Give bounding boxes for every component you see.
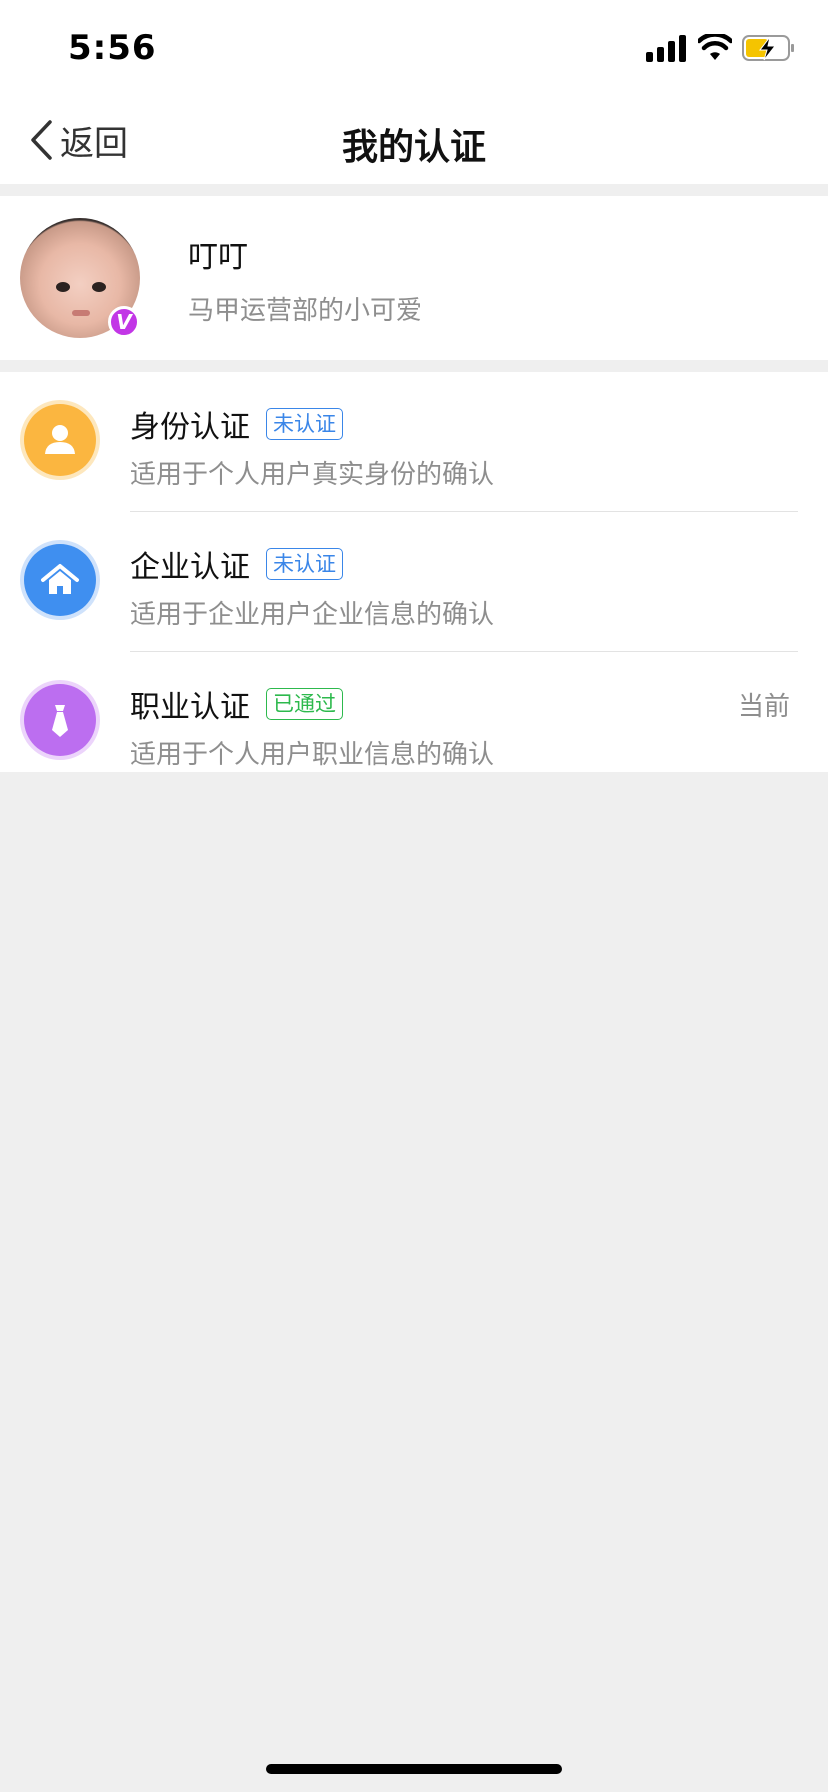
battery-charging-icon xyxy=(742,35,794,61)
cert-item-identity[interactable]: 身份认证 未认证 适用于个人用户真实身份的确认 xyxy=(0,372,828,512)
verified-badge-icon: V xyxy=(108,306,140,338)
cert-item-enterprise[interactable]: 企业认证 未认证 适用于企业用户企业信息的确认 xyxy=(0,512,828,652)
status-badge: 未认证 xyxy=(266,548,343,580)
profile-name: 叮叮 xyxy=(188,240,248,275)
current-label: 当前 xyxy=(737,692,790,722)
cert-description: 适用于个人用户真实身份的确认 xyxy=(130,460,495,490)
tie-icon xyxy=(24,684,96,756)
wifi-icon xyxy=(698,34,732,60)
status-icons xyxy=(646,34,796,64)
cert-description: 适用于个人用户职业信息的确认 xyxy=(130,740,495,770)
cert-item-professional[interactable]: 职业认证 已通过 适用于个人用户职业信息的确认 当前 xyxy=(0,652,828,792)
cert-description: 适用于企业用户企业信息的确认 xyxy=(130,600,495,630)
status-time: 5:56 xyxy=(68,28,157,68)
signal-icon xyxy=(646,35,686,62)
status-badge: 未认证 xyxy=(266,408,343,440)
status-badge: 已通过 xyxy=(266,688,343,720)
nav-bar: 返回 我的认证 xyxy=(0,96,828,184)
home-icon xyxy=(24,544,96,616)
cert-title: 身份认证 xyxy=(130,410,250,445)
status-bar: 5:56 xyxy=(0,0,828,96)
profile-description: 马甲运营部的小可爱 xyxy=(188,296,423,326)
person-icon xyxy=(24,404,96,476)
page-title: 我的认证 xyxy=(341,127,486,168)
certification-list: 身份认证 未认证 适用于个人用户真实身份的确认 企业认证 未认证 适用于企业用户… xyxy=(0,372,828,772)
home-indicator[interactable] xyxy=(266,1764,562,1774)
cert-title: 企业认证 xyxy=(130,550,250,585)
profile-card[interactable]: V 叮叮 马甲运营部的小可爱 xyxy=(0,196,828,360)
cert-title: 职业认证 xyxy=(130,690,250,725)
